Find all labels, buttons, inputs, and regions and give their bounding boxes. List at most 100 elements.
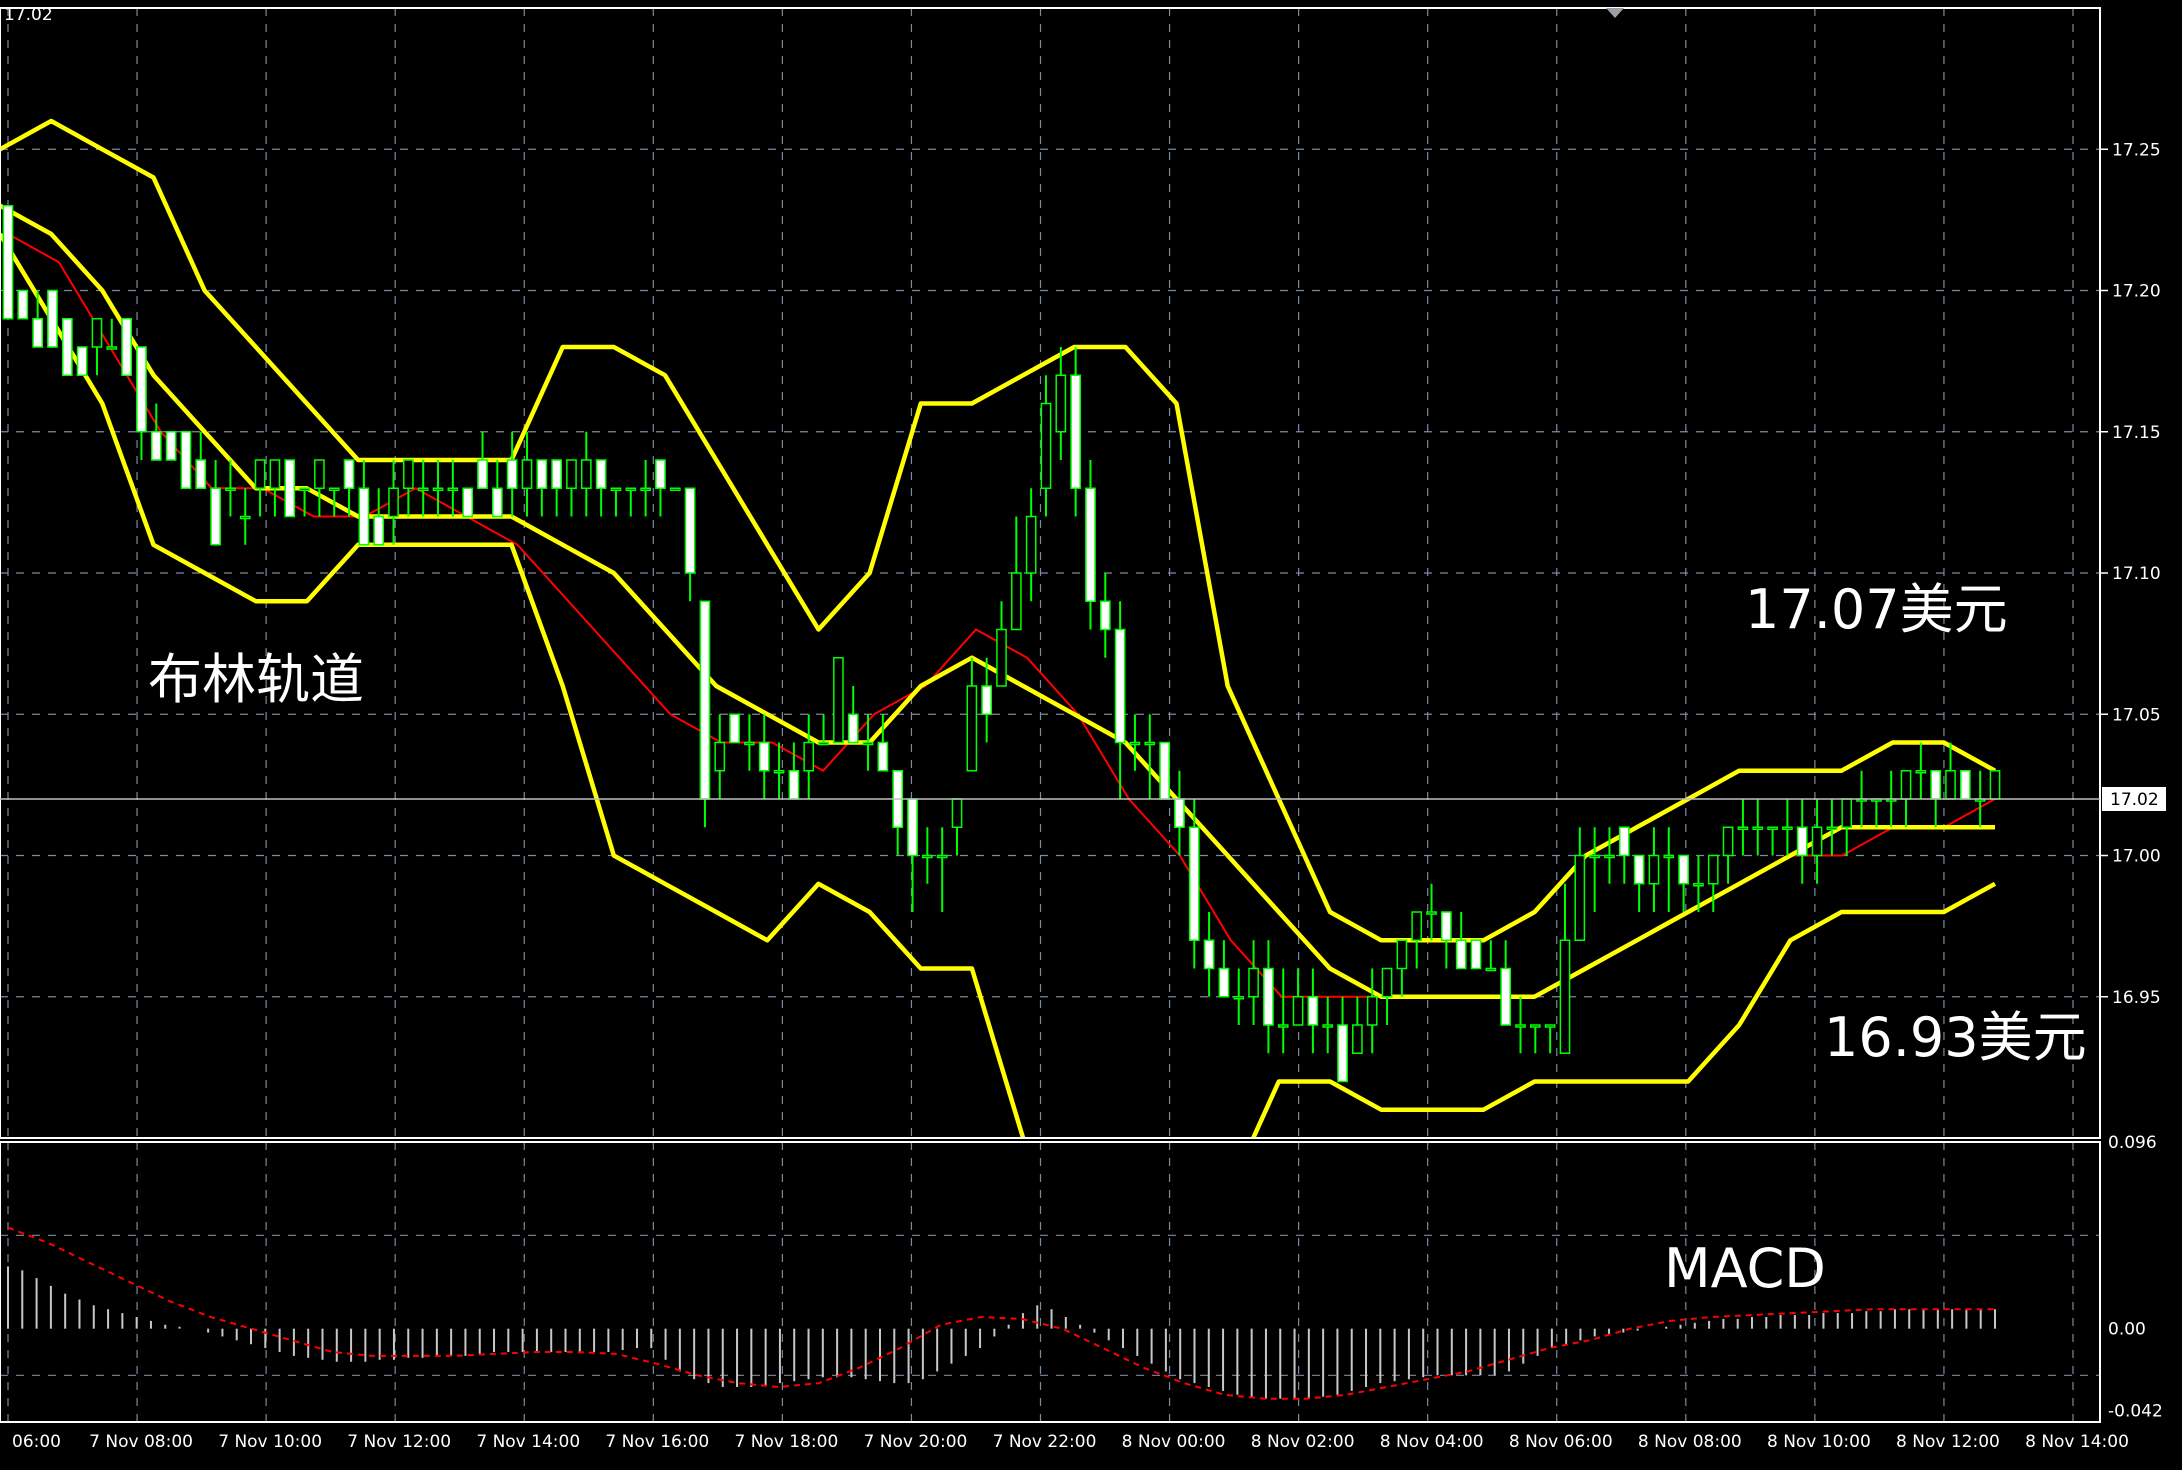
candle-body (1085, 487, 1096, 602)
candle-body (714, 741, 726, 772)
candle-body (566, 459, 577, 489)
current-price-label: 17.02 (2110, 790, 2159, 810)
candle-body (254, 459, 266, 489)
candle-body (1663, 854, 1675, 859)
candle-body (699, 600, 711, 800)
candle-body (595, 459, 607, 489)
candle-body (1055, 374, 1067, 433)
candle-body (1826, 826, 1838, 830)
time-label: 8 Nov 08:00 (1638, 1432, 1742, 1452)
candle-body (1411, 911, 1423, 941)
candle-body (1515, 1024, 1526, 1028)
candle-body (210, 487, 221, 546)
price-tick-label: 17.25 (2112, 140, 2161, 160)
candle-body (1959, 770, 1971, 800)
candle-body (1945, 770, 1956, 800)
candle-body (1470, 939, 1482, 970)
candle-body (1811, 826, 1823, 857)
candle-body (655, 459, 666, 489)
macd-tick-label: 0.00 (2108, 1320, 2146, 1340)
candle-body (1796, 826, 1808, 857)
candle-body (1900, 770, 1912, 800)
macd-annotation: MACD (1664, 1237, 1826, 1300)
candle-body (1159, 741, 1170, 800)
candle-body (640, 487, 651, 491)
candle-body (1604, 854, 1615, 859)
candle-body (758, 741, 770, 772)
candle-body (729, 713, 740, 744)
candle-body (477, 459, 488, 489)
candle-body (91, 318, 103, 348)
candle-body (877, 741, 889, 772)
candle-body (491, 487, 503, 518)
candle-body (403, 459, 414, 489)
candle-body (150, 431, 162, 461)
upper-price-annotation: 17.07美元 (1745, 578, 2008, 641)
candle-body (1381, 967, 1393, 998)
candle-body (907, 798, 918, 857)
candle-body (1352, 1024, 1363, 1054)
time-label: 8 Nov 10:00 (1767, 1432, 1871, 1452)
candle-body (1782, 826, 1793, 830)
time-label: 7 Nov 20:00 (864, 1432, 968, 1452)
candle-body (1174, 798, 1185, 828)
candle-body (328, 487, 340, 491)
candle-body (195, 459, 207, 489)
candle-body (1455, 939, 1467, 970)
macd-tick-label: 0.096 (2108, 1133, 2157, 1153)
time-label: 8 Nov 02:00 (1251, 1432, 1355, 1452)
candle-body (1307, 996, 1319, 1026)
candle-body (966, 685, 978, 772)
candle-body (1559, 939, 1571, 1054)
candle-body (1248, 967, 1259, 998)
candle-body (1070, 374, 1081, 489)
candle-body (1693, 883, 1704, 887)
price-tick-label: 17.20 (2112, 282, 2161, 302)
candle-body (314, 459, 325, 489)
candle-body (417, 487, 429, 491)
candle-body (1188, 826, 1200, 941)
candle-body (1010, 572, 1022, 631)
time-label: 8 Nov 04:00 (1380, 1432, 1484, 1452)
time-label: 7 Nov 08:00 (89, 1432, 193, 1452)
candle-body (1722, 826, 1734, 857)
candle-body (551, 459, 562, 489)
candle-body (373, 515, 385, 546)
candle-body (1930, 770, 1942, 800)
macd-tick-label: -0.042 (2108, 1401, 2163, 1421)
price-chart[interactable]: 06:00 7 Nov 08:00 7 Nov 10:00 7 Nov 12:00 7 … (0, 0, 2182, 1470)
candle-body (447, 487, 459, 491)
candle-body (61, 318, 73, 376)
candle-body (47, 289, 58, 348)
candle-body (847, 713, 859, 744)
candle-body (1396, 939, 1408, 970)
candle-body (1441, 911, 1452, 941)
candle-body (284, 459, 296, 518)
candle-body (76, 346, 88, 376)
candle-body (744, 741, 755, 746)
time-label: 7 Nov 22:00 (993, 1432, 1097, 1452)
time-label: 8 Nov 00:00 (1122, 1432, 1226, 1452)
candle-body (1633, 854, 1645, 885)
candle-body (684, 487, 696, 574)
candle-body (625, 487, 637, 491)
candle-body (1233, 996, 1245, 1000)
candle-body (1841, 798, 1853, 828)
candle-body (180, 431, 192, 489)
candle-body (1618, 826, 1630, 857)
time-label: 8 Nov 14:00 (2025, 1432, 2129, 1452)
candle-body (580, 459, 592, 489)
candle-body (1040, 402, 1052, 489)
candle-body (1144, 741, 1156, 746)
candle-body (1366, 996, 1378, 1026)
candle-body (1752, 826, 1764, 830)
price-tick-label: 17.15 (2112, 423, 2161, 443)
candle-body (1529, 1024, 1541, 1028)
candle-body (432, 487, 444, 491)
candle-body (1915, 770, 1927, 774)
candle-body (1099, 600, 1111, 631)
time-label: 8 Nov 06:00 (1509, 1432, 1613, 1452)
candle-body (1500, 967, 1512, 1026)
candle-body (299, 487, 310, 491)
candle-body (1322, 1024, 1334, 1028)
